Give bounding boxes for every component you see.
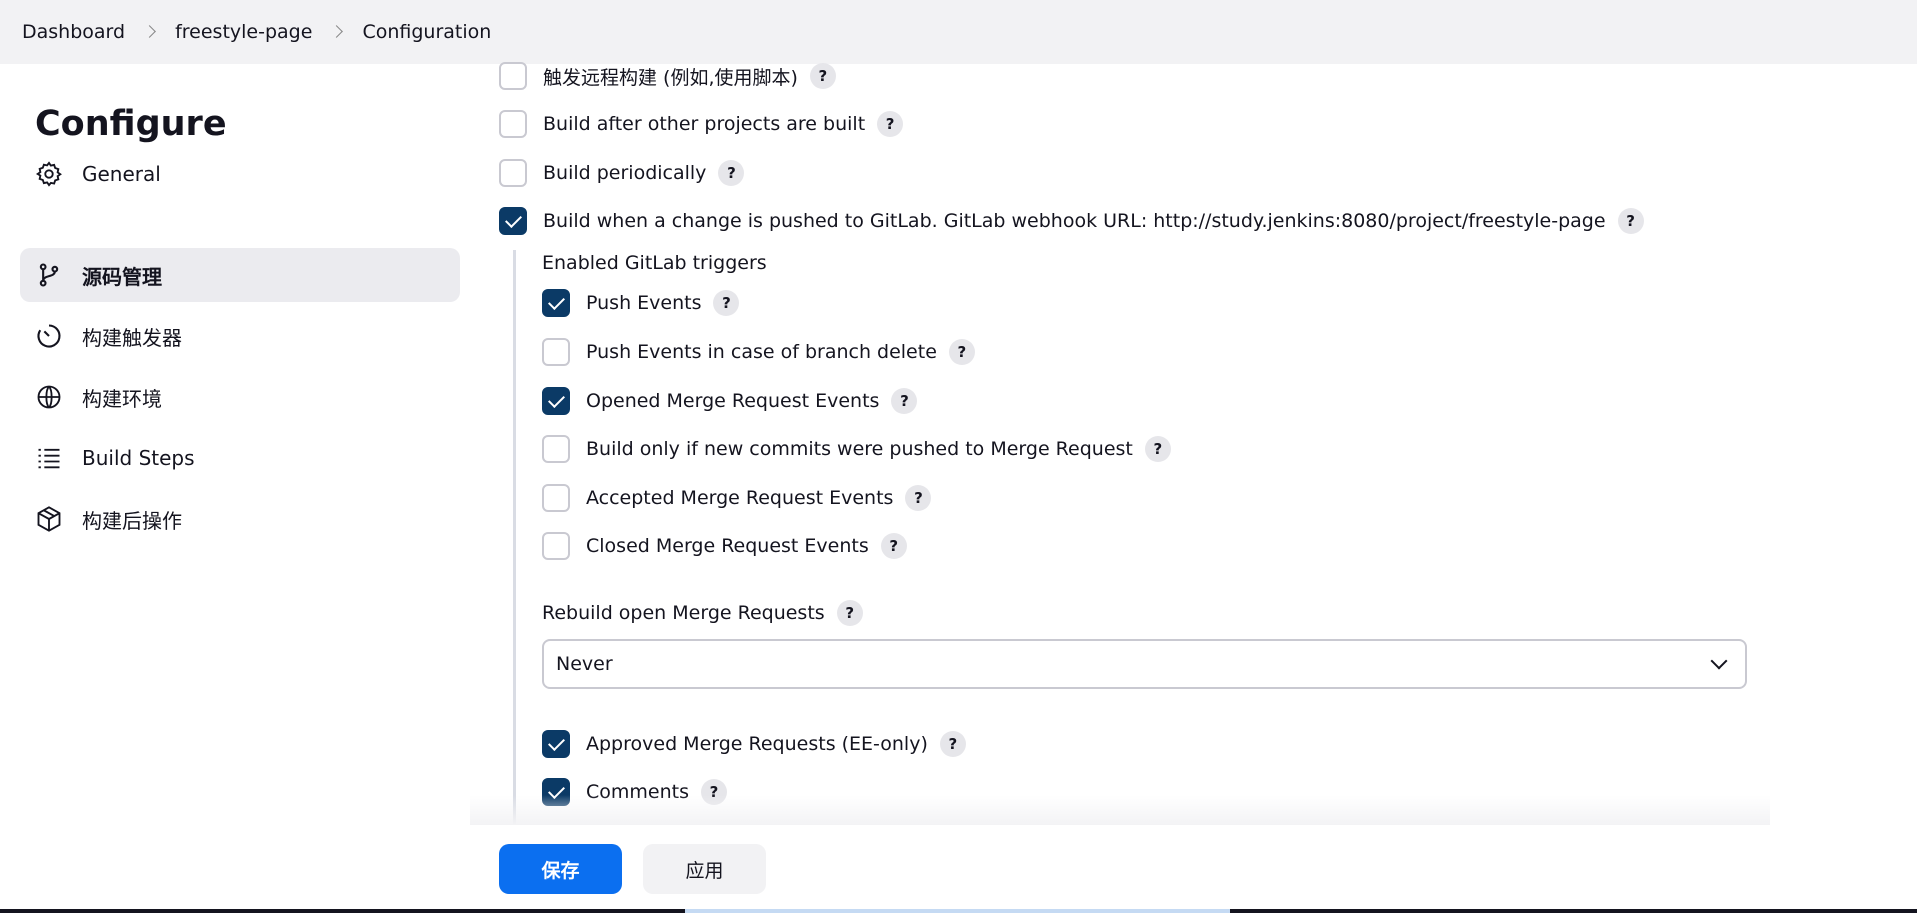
push-events-row: Push Events ? (542, 289, 740, 317)
trigger-periodically-label: Build periodically (543, 162, 707, 184)
sidebar-item-build-environment[interactable]: 构建环境 (20, 370, 460, 424)
sidebar-item-general[interactable]: General (20, 147, 460, 201)
new-commits-mr-row: Build only if new commits were pushed to… (542, 435, 1171, 463)
push-events-label: Push Events (586, 292, 702, 314)
sidebar-item-post-build[interactable]: 构建后操作 (20, 492, 460, 546)
help-icon[interactable]: ? (1144, 436, 1171, 462)
breadcrumb-dashboard[interactable]: Dashboard (22, 21, 125, 43)
rebuild-mr-select-value: Never (556, 653, 613, 675)
trigger-after-other-checkbox[interactable] (499, 110, 527, 138)
trigger-gitlab-checkbox[interactable] (499, 207, 527, 235)
breadcrumb-freestyle-page[interactable]: freestyle-page (175, 21, 312, 43)
help-icon[interactable]: ? (880, 533, 907, 559)
package-icon (34, 504, 64, 534)
sidebar-item-label: 构建后操作 (82, 508, 182, 533)
help-icon[interactable]: ? (877, 111, 904, 137)
trigger-periodically-checkbox[interactable] (499, 159, 527, 187)
list-icon (34, 443, 64, 473)
breadcrumb: Dashboard freestyle-page Configuration (0, 0, 1917, 64)
globe-icon (34, 382, 64, 412)
help-icon[interactable]: ? (809, 63, 836, 89)
breadcrumb-configuration[interactable]: Configuration (362, 21, 491, 43)
help-icon[interactable]: ? (718, 160, 745, 186)
help-icon[interactable]: ? (948, 339, 975, 365)
trigger-gitlab-label: Build when a change is pushed to GitLab.… (543, 210, 1606, 232)
sidebar-item-label: Build Steps (82, 446, 195, 470)
sidebar-item-build-triggers[interactable]: 构建触发器 (20, 309, 460, 363)
accepted-mr-label: Accepted Merge Request Events (586, 487, 894, 509)
action-bar (0, 825, 1917, 913)
chevron-right-icon (145, 27, 155, 37)
trigger-gitlab-row: Build when a change is pushed to GitLab.… (499, 207, 1644, 235)
sidebar-item-build-steps[interactable]: Build Steps (20, 431, 460, 485)
approved-mr-row: Approved Merge Requests (EE-only) ? (542, 730, 966, 758)
push-branch-delete-label: Push Events in case of branch delete (586, 341, 937, 363)
new-commits-mr-checkbox[interactable] (542, 435, 570, 463)
new-commits-mr-label: Build only if new commits were pushed to… (586, 438, 1133, 460)
accepted-mr-row: Accepted Merge Request Events ? (542, 484, 932, 512)
push-events-checkbox[interactable] (542, 289, 570, 317)
trigger-after-other-label: Build after other projects are built (543, 113, 866, 135)
trigger-after-other-row: Build after other projects are built ? (499, 110, 904, 138)
approved-mr-checkbox[interactable] (542, 730, 570, 758)
trigger-remote-label: 触发远程构建 (例如,使用脚本) (543, 66, 798, 89)
sidebar-item-label: 构建触发器 (82, 325, 182, 350)
gitlab-triggers-label: Enabled GitLab triggers (542, 252, 767, 274)
save-button[interactable]: 保存 (499, 844, 622, 894)
trigger-remote-checkbox[interactable] (499, 62, 527, 90)
help-icon[interactable]: ? (905, 485, 932, 511)
rebuild-mr-label-row: Rebuild open Merge Requests ? (542, 600, 863, 626)
sidebar-item-label: General (82, 162, 161, 186)
apply-button[interactable]: 应用 (643, 844, 766, 894)
help-icon[interactable]: ? (1617, 208, 1644, 234)
gear-icon (34, 159, 64, 189)
help-icon[interactable]: ? (713, 290, 740, 316)
scrollbar-indicator (685, 909, 1230, 913)
opened-mr-row: Opened Merge Request Events ? (542, 387, 918, 415)
help-icon[interactable]: ? (836, 600, 863, 626)
chevron-right-icon (332, 27, 342, 37)
opened-mr-label: Opened Merge Request Events (586, 390, 880, 412)
branch-icon (34, 260, 64, 290)
closed-mr-row: Closed Merge Request Events ? (542, 532, 907, 560)
sidebar: Configure General 源码管理 构建触发器 构建环境 Build … (0, 64, 470, 913)
sidebar-item-source-control[interactable]: 源码管理 (20, 248, 460, 302)
sidebar-item-label: 构建环境 (82, 386, 162, 411)
sidebar-item-label: 源码管理 (82, 264, 162, 289)
help-icon[interactable]: ? (939, 731, 966, 757)
accepted-mr-checkbox[interactable] (542, 484, 570, 512)
push-branch-delete-row: Push Events in case of branch delete ? (542, 338, 975, 366)
chevron-down-icon (1710, 652, 1728, 670)
page-title: Configure (35, 104, 227, 144)
opened-mr-checkbox[interactable] (542, 387, 570, 415)
clock-icon (34, 321, 64, 351)
rebuild-mr-label: Rebuild open Merge Requests (542, 602, 825, 624)
closed-mr-label: Closed Merge Request Events (586, 535, 869, 557)
trigger-remote-row: 触发远程构建 (例如,使用脚本) ? (499, 62, 836, 90)
closed-mr-checkbox[interactable] (542, 532, 570, 560)
scroll-fade (470, 795, 1770, 825)
rebuild-mr-select[interactable]: Never (542, 639, 1747, 689)
section-divider (513, 250, 516, 830)
approved-mr-label: Approved Merge Requests (EE-only) (586, 733, 928, 755)
help-icon[interactable]: ? (891, 388, 918, 414)
push-branch-delete-checkbox[interactable] (542, 338, 570, 366)
trigger-periodically-row: Build periodically ? (499, 159, 745, 187)
